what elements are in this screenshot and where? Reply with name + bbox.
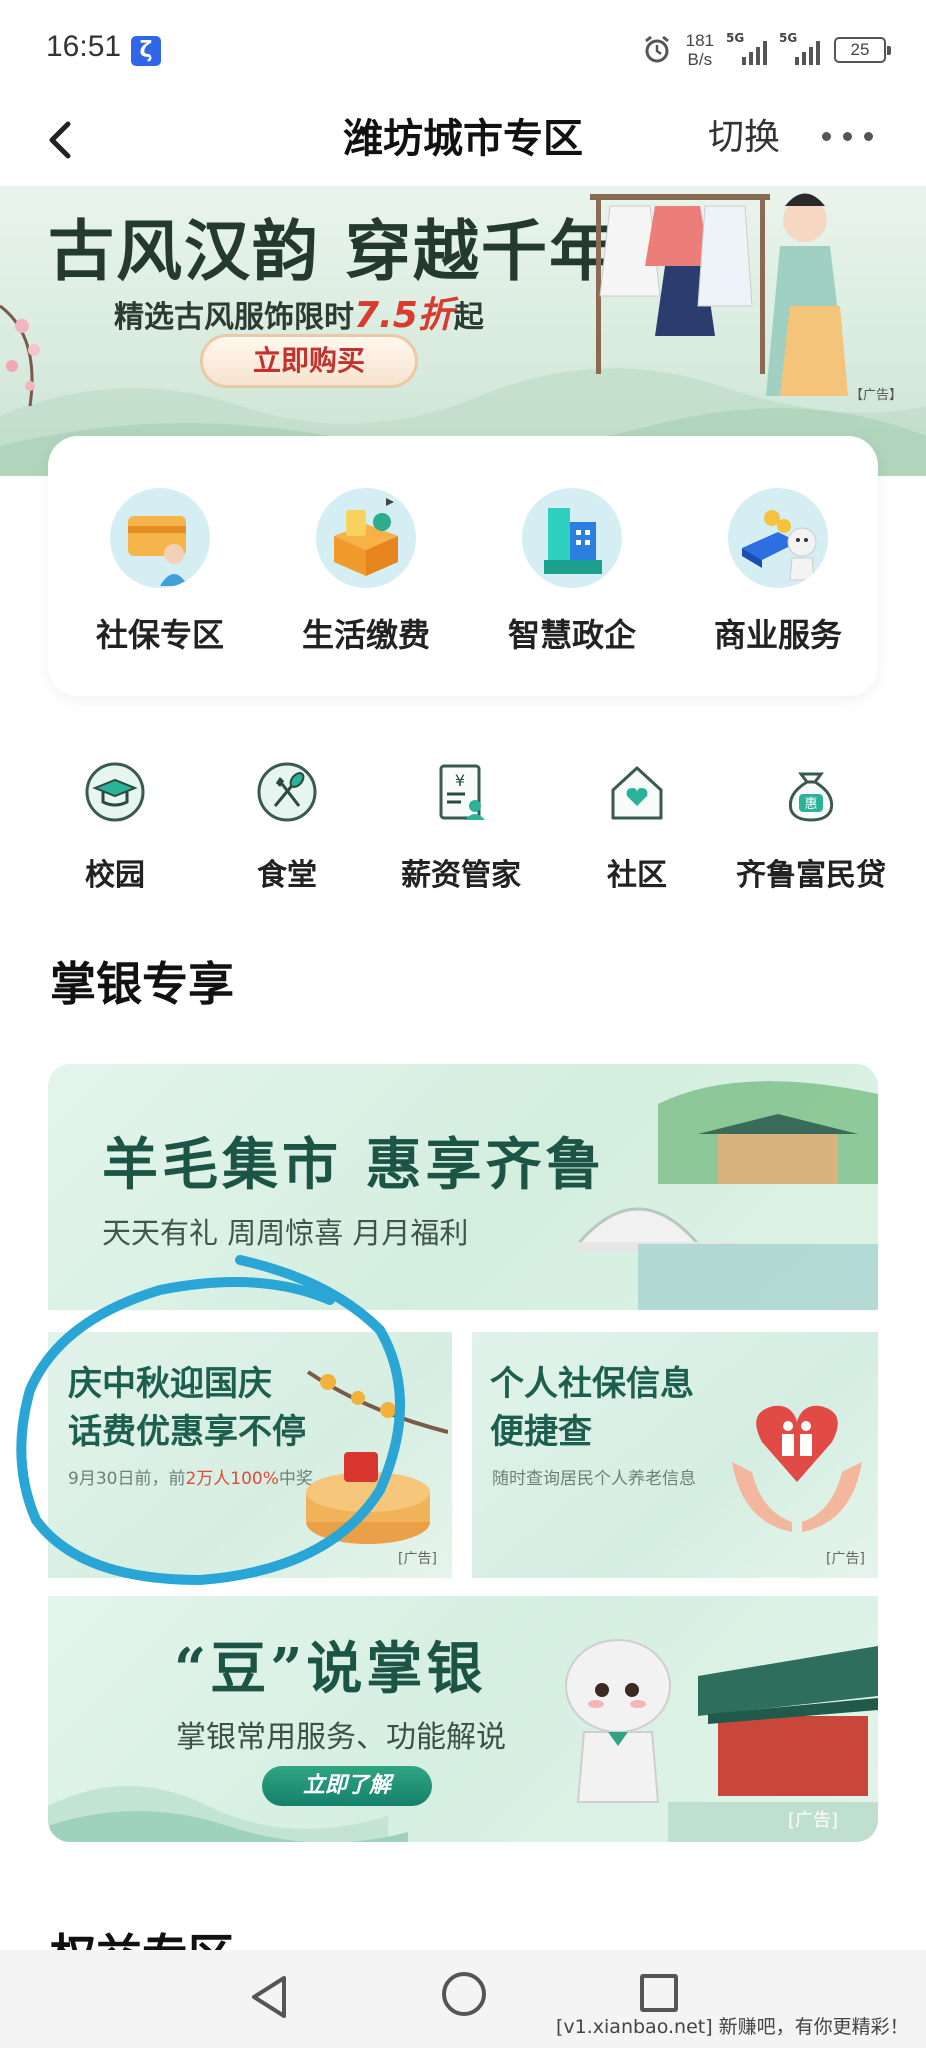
heart-hands-illustration bbox=[732, 1405, 862, 1532]
ad-tag: [广告] bbox=[826, 1551, 865, 1567]
graduation-cap-icon bbox=[85, 762, 145, 822]
promo-title-line1: 庆中秋迎国庆 bbox=[68, 1364, 272, 1404]
quick-item-smart-gov[interactable]: 智慧政企 bbox=[482, 488, 662, 656]
app-notification-icon: ζ bbox=[131, 36, 161, 66]
signal-icon: 5G bbox=[726, 31, 767, 65]
network-speed: 181 B/s bbox=[686, 31, 714, 69]
service-item-community[interactable]: 社区 bbox=[552, 760, 722, 894]
service-item-loan[interactable]: 惠 齐鲁富民贷 bbox=[726, 760, 896, 894]
promo-banner-wool-market[interactable]: 羊毛集市 惠享齐鲁 天天有礼 周周惊喜 月月福利 bbox=[48, 1064, 878, 1310]
sim2-network-tag: 5G bbox=[779, 31, 798, 45]
promo-banner-dou-explains[interactable]: “豆”说掌银 掌银常用服务、功能解说 立即了解 [广告] bbox=[48, 1596, 878, 1842]
service-item-campus[interactable]: 校园 bbox=[30, 760, 200, 894]
section-title: 掌银专享 bbox=[50, 957, 234, 1011]
bridge-pavilion-illustration bbox=[578, 1081, 878, 1310]
service-item-label: 社区 bbox=[607, 858, 667, 893]
network-speed-value: 181 bbox=[685, 31, 714, 50]
switch-city-button[interactable]: 切换 bbox=[708, 108, 780, 160]
alarm-icon bbox=[644, 35, 669, 63]
service-item-canteen[interactable]: 食堂 bbox=[202, 760, 372, 894]
buy-now-button[interactable]: 立即购买 bbox=[200, 334, 418, 388]
hanfu-clothing-illustration bbox=[590, 193, 848, 396]
life-payment-box-icon bbox=[316, 488, 416, 588]
money-bag-icon: 惠 bbox=[788, 772, 834, 822]
quick-item-business[interactable]: 商业服务 bbox=[688, 488, 868, 656]
service-item-label: 薪资管家 bbox=[401, 858, 521, 893]
promo-title: “豆”说掌银 bbox=[174, 1636, 487, 1702]
service-item-salary[interactable]: ¥ 薪资管家 bbox=[376, 760, 546, 894]
hero-subtitle-suffix: 起 bbox=[453, 300, 484, 335]
promo-banner-social-security-info[interactable]: 个人社保信息 便捷查 随时查询居民个人养老信息 [广告] bbox=[472, 1332, 878, 1578]
network-speed-unit: B/s bbox=[687, 50, 713, 69]
sim1-network-tag: 5G bbox=[726, 31, 745, 45]
service-item-label: 校园 bbox=[85, 858, 145, 893]
fork-spoon-icon bbox=[257, 762, 317, 822]
more-icon[interactable] bbox=[822, 116, 882, 156]
status-time: 16:51 bbox=[46, 30, 122, 63]
promo-desc-highlight: 2万人100% bbox=[185, 1469, 279, 1489]
promo-subtitle: 天天有礼 周周惊喜 月月福利 bbox=[102, 1216, 469, 1250]
promo-banner-phone-bill[interactable]: 庆中秋迎国庆 话费优惠享不停 9月30日前，前2万人100%中奖 [广告] bbox=[48, 1332, 452, 1578]
promo-title: 羊毛集市 惠享齐鲁 bbox=[102, 1132, 606, 1198]
hero-subtitle-prefix: 精选古风服饰限时 bbox=[114, 300, 354, 335]
quick-item-label: 商业服务 bbox=[713, 616, 842, 654]
promo-title-line1: 个人社保信息 bbox=[490, 1364, 694, 1404]
watermark-text: [v1.xianbao.net] 新赚吧，有你更精彩！ bbox=[556, 2016, 909, 2038]
system-recents-icon[interactable] bbox=[640, 1974, 678, 2012]
system-home-icon[interactable] bbox=[442, 1972, 486, 2016]
quick-services-card: 社保专区 生活缴费 智慧政企 商业服务 bbox=[48, 436, 878, 696]
quick-item-label: 社保专区 bbox=[95, 616, 224, 654]
salary-document-icon: ¥ bbox=[439, 764, 485, 820]
quick-item-label: 智慧政企 bbox=[507, 616, 636, 654]
hero-title: 古风汉韵 穿越千年 bbox=[48, 212, 617, 290]
svg-text:¥: ¥ bbox=[455, 771, 465, 790]
hero-banner[interactable]: 古风汉韵 穿越千年 精选古风服饰限时7.5折起 立即购买 【广告】 bbox=[0, 186, 926, 476]
promo-description: 随时查询居民个人养老信息 bbox=[492, 1469, 696, 1489]
ad-tag: 【广告】 bbox=[850, 388, 903, 403]
status-bar: 16:51 ζ 181 B/s 5G 5G 25 bbox=[0, 0, 926, 100]
hero-subtitle: 精选古风服饰限时7.5折起 bbox=[114, 286, 484, 338]
community-house-icon bbox=[611, 766, 663, 820]
system-nav-bar: [v1.xianbao.net] 新赚吧，有你更精彩！ bbox=[0, 1950, 926, 2048]
quick-item-life-payment[interactable]: 生活缴费 bbox=[276, 488, 456, 656]
system-back-icon[interactable] bbox=[246, 1972, 292, 2022]
quick-item-social-security[interactable]: 社保专区 bbox=[70, 488, 250, 656]
smart-gov-building-icon bbox=[522, 488, 622, 588]
promo-title-line2: 便捷查 bbox=[490, 1412, 592, 1452]
service-item-label: 齐鲁富民贷 bbox=[736, 858, 886, 893]
svg-text:惠: 惠 bbox=[804, 797, 817, 812]
quick-item-label: 生活缴费 bbox=[301, 616, 430, 654]
ad-tag: [广告] bbox=[788, 1810, 839, 1831]
promo-title-line2: 话费优惠享不停 bbox=[68, 1412, 306, 1452]
battery-icon: 25 bbox=[834, 37, 891, 63]
promo-title: 个人社保信息 便捷查 bbox=[490, 1360, 694, 1456]
ad-tag: [广告] bbox=[398, 1551, 437, 1567]
signal-icon: 5G bbox=[779, 31, 820, 65]
business-service-icon bbox=[728, 488, 828, 588]
page-title: 潍坊城市专区 bbox=[343, 116, 583, 162]
wave-decoration bbox=[48, 1786, 408, 1842]
nav-bar: 潍坊城市专区 切换 bbox=[0, 100, 926, 186]
promo-description: 9月30日前，前2万人100%中奖 bbox=[68, 1464, 313, 1489]
promo-title: 庆中秋迎国庆 话费优惠享不停 bbox=[68, 1360, 306, 1456]
hero-discount: 7.5折 bbox=[354, 295, 454, 336]
social-security-card-icon bbox=[110, 488, 210, 588]
status-indicators: 181 B/s 5G 5G 25 bbox=[642, 28, 891, 72]
promo-desc-prefix: 9月30日前，前 bbox=[68, 1469, 186, 1489]
mooncake-gift-illustration bbox=[306, 1370, 448, 1544]
service-item-label: 食堂 bbox=[257, 858, 317, 893]
